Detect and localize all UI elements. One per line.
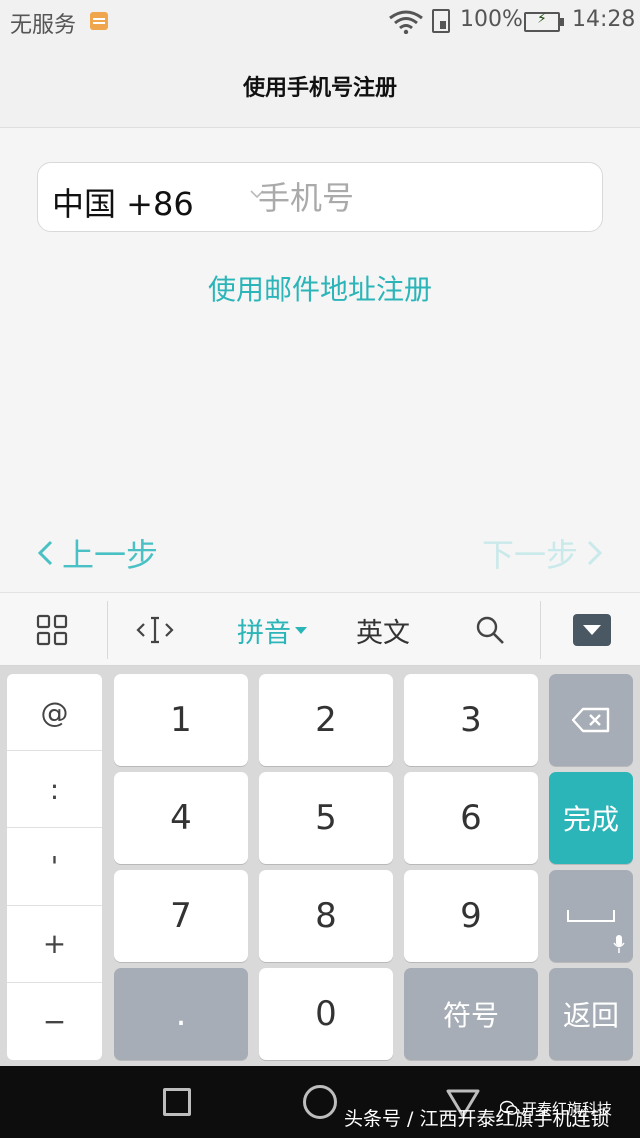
key-label: 4 [170,798,192,838]
clock: 14:28 [572,7,636,32]
key-8[interactable]: 8 [259,870,393,962]
key-label: 8 [315,896,337,936]
page-title: 使用手机号注册 [242,76,397,101]
symbol-key-colon[interactable]: : [7,751,102,829]
backspace-icon [571,707,610,733]
english-label: 英文 [356,617,410,649]
next-step-label: 下一步 [481,536,578,574]
next-step-button[interactable]: 下一步 [482,530,610,576]
search-icon [476,616,504,644]
phone-number-input[interactable] [258,173,588,223]
symbols-key[interactable]: 符号 [404,968,538,1060]
caret-down-icon [295,626,307,634]
done-key-label: 完成 [562,803,619,836]
key-label: 7 [170,896,192,936]
battery-icon [524,12,564,32]
prev-step-button[interactable]: 上一步 [30,530,158,576]
space-key[interactable] [549,870,633,962]
carrier-label: 无服务 [10,13,77,38]
sim-notification-icon [90,12,108,30]
backspace-key[interactable] [549,674,633,766]
grid-icon [36,614,68,646]
registration-form: 中国 +86 使用邮件地址注册 上一步 下一步 [0,128,640,592]
text-cursor-icon [136,616,174,644]
pinyin-label: 拼音 [237,617,291,649]
symbol-key-apostrophe[interactable]: ' [7,828,102,906]
return-key[interactable]: 返回 [549,968,633,1060]
country-code-selector[interactable]: 中国 +86 [52,179,194,225]
key-label: 3 [460,700,482,740]
symbol-key-minus[interactable]: − [7,983,102,1060]
key-5[interactable]: 5 [259,772,393,864]
key-label: 9 [460,896,482,936]
watermark-caption: 头条号 / 江西开泰红旗手机连锁 [344,1108,610,1130]
return-key-label: 返回 [562,999,619,1032]
key-3[interactable]: 3 [404,674,538,766]
phone-input-row: 中国 +86 [37,162,603,232]
dot-key[interactable]: . [114,968,248,1060]
battery-percent: 100% [460,7,523,32]
prev-step-label: 上一步 [62,536,159,574]
home-icon[interactable] [303,1085,337,1119]
symbols-key-label: 符号 [442,999,499,1032]
key-label: 5 [315,798,337,838]
key-7[interactable]: 7 [114,870,248,962]
done-key[interactable]: 完成 [549,772,633,864]
symbol-key-plus[interactable]: + [7,906,102,983]
wifi-icon [389,10,423,34]
key-6[interactable]: 6 [404,772,538,864]
key-2[interactable]: 2 [259,674,393,766]
symbol-key-at[interactable]: @ [7,674,102,752]
cursor-move-button[interactable] [115,593,195,667]
key-9[interactable]: 9 [404,870,538,962]
chevron-right-icon [587,540,603,566]
key-label: 1 [170,700,192,740]
keyboard-search-button[interactable] [450,593,530,667]
key-4[interactable]: 4 [114,772,248,864]
key-label: 0 [315,994,337,1034]
hide-keyboard-button[interactable] [552,593,632,667]
key-1[interactable]: 1 [114,674,248,766]
microphone-icon [613,935,625,953]
key-0[interactable]: 0 [259,968,393,1060]
key-label: 6 [460,798,482,838]
sim-card-icon [432,9,450,33]
english-mode-button[interactable]: 英文 [338,593,428,667]
pinyin-mode-button[interactable]: 拼音 [222,593,322,667]
recents-icon[interactable] [163,1088,191,1116]
chevron-left-icon [37,540,53,566]
hide-keyboard-icon [573,614,611,646]
space-icon [567,910,615,922]
status-bar: 无服务 100% 14:28 [0,0,640,44]
key-label: 2 [315,700,337,740]
toolbar-divider [107,601,108,659]
dot-key-label: . [175,994,187,1034]
title-bar: 使用手机号注册 [0,44,640,128]
keyboard-menu-button[interactable] [12,593,92,667]
toolbar-divider [540,601,541,659]
email-register-link[interactable]: 使用邮件地址注册 [0,268,640,308]
keyboard-toolbar: 拼音 英文 [0,592,640,666]
symbol-column: @ : ' + − [7,674,102,1060]
numeric-keyboard: @ : ' + − 1 2 3 4 5 6 完成 7 8 9 . 0 符号 返回 [0,666,640,1066]
